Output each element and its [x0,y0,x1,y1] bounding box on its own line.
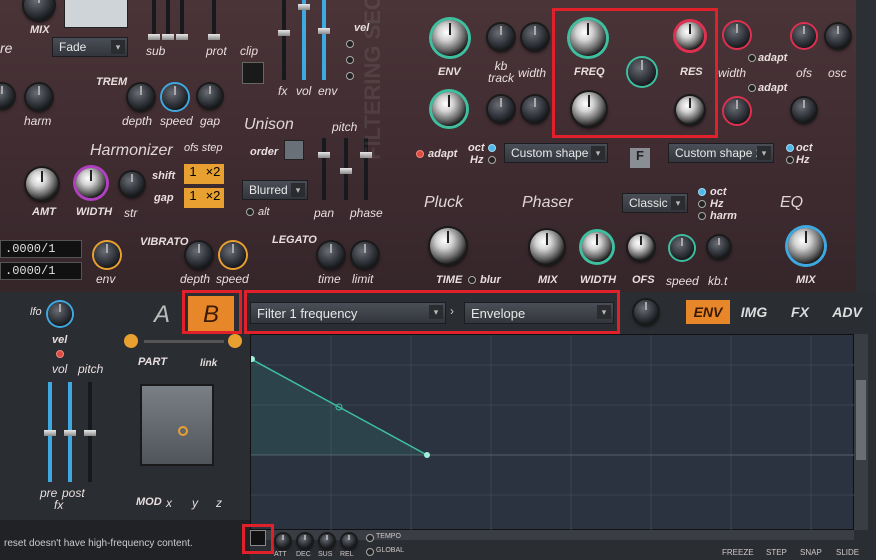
filter1-width-knob[interactable] [522,24,548,50]
order-button[interactable] [284,140,304,160]
res-knob-1[interactable] [676,22,704,50]
shift-ofs-box[interactable]: 1 [184,164,202,184]
shape-display [64,0,128,28]
filter-link-f[interactable]: F [630,148,650,168]
shift-step-box[interactable]: ×2 [202,164,224,184]
pan-slider[interactable] [318,138,330,200]
filter2-shape-select[interactable]: Custom shape 2 ▾ [668,143,774,163]
fade-select[interactable]: Fade ▾ [52,37,128,57]
freeze-label[interactable]: FREEZE [722,548,754,557]
phaser-mode-select[interactable]: Classic ▾ [622,193,688,213]
lcd-2[interactable]: .0000/1 [0,262,82,280]
gap-knob[interactable] [198,84,222,108]
mod-amount-knob[interactable] [634,300,658,324]
sub-slider[interactable] [148,0,160,40]
str-knob[interactable] [120,172,144,196]
clip-button[interactable] [242,62,264,84]
sus-knob[interactable] [320,534,334,548]
harmonizer-title: Harmonizer [90,142,173,159]
slide-label[interactable]: SLIDE [836,548,859,557]
mod-pitch-slider[interactable] [84,382,96,482]
sub-label: sub [146,44,166,58]
vib-depth-knob[interactable] [186,242,212,268]
mix-label: MIX [30,24,50,36]
tab-img[interactable]: IMG [732,300,776,324]
freq-knob-2[interactable] [572,92,606,126]
envelope-graph[interactable] [249,334,855,531]
pitch-slider[interactable] [340,138,352,200]
legato-time-knob[interactable] [318,242,344,268]
gap-step-box[interactable]: ×2 [202,188,224,208]
tab-env[interactable]: ENV [686,300,730,324]
filter1-width2-knob[interactable] [724,22,750,48]
mod-target-select[interactable]: Filter 1 frequency ▾ [250,302,446,324]
speed-knob[interactable] [162,84,188,110]
phaser-ofs-knob[interactable] [628,234,654,260]
osc-knob[interactable] [826,24,850,48]
tab-a[interactable]: A [140,296,184,334]
graph-scrollbar-h[interactable] [250,530,854,540]
filter2-env-knob[interactable] [432,92,466,126]
snap-toggle-button[interactable] [250,530,266,546]
prot-label: prot [206,44,227,58]
pluck-time-knob[interactable] [430,228,466,264]
xy-pad[interactable] [140,384,214,466]
legato-limit-knob[interactable] [352,242,378,268]
rel-knob[interactable] [342,534,356,548]
phaser-mix-knob[interactable] [530,230,564,264]
tab-adv[interactable]: ADV [824,300,870,324]
vol-slider[interactable] [298,0,310,80]
xy-pad-handle[interactable] [178,426,188,436]
snap-label[interactable]: SNAP [800,548,822,557]
gap-ofs-box[interactable]: 1 [184,188,202,208]
unison-mode-select[interactable]: Blurred ▾ [242,180,308,200]
ofs-knob[interactable] [792,24,816,48]
freq-knob-1[interactable] [570,20,606,56]
dec-knob[interactable] [298,534,312,548]
fx-slider[interactable] [278,0,290,80]
eq-mix-knob[interactable] [788,228,824,264]
vib-env-knob[interactable] [94,242,120,268]
env-slider[interactable] [318,0,330,80]
harm-knob[interactable] [26,84,52,110]
envelope-point-end [424,452,430,458]
clip-label: clip [240,44,259,58]
synth-panel: MIX re Fade ▾ sub prot clip fx vol env ve… [0,0,876,292]
phaser-speed-knob[interactable] [670,236,694,260]
res-knob-2[interactable] [676,96,704,124]
filtering-section-watermark: FILTERING SECTION [360,0,385,160]
status-bar: reset doesn't have high-frequency conten… [0,520,250,560]
tab-b[interactable]: B [188,296,234,334]
phaser-kbt-knob[interactable] [708,236,730,258]
mod-pre-slider[interactable] [44,382,56,482]
lfo-knob[interactable] [48,302,72,326]
step-label[interactable]: STEP [766,548,787,557]
envelope-graph-svg [249,335,855,531]
att-knob[interactable] [276,534,290,548]
mix-knob[interactable] [24,0,54,20]
width-knob[interactable] [76,168,106,198]
lcd-1[interactable]: .0000/1 [0,240,82,258]
filter1-env-knob[interactable] [432,20,468,56]
prot-slider[interactable] [208,0,220,40]
kb-track-knob[interactable] [488,24,514,50]
amt-knob[interactable] [26,168,58,200]
vib-speed-knob[interactable] [220,242,246,268]
phaser-width-knob[interactable] [582,232,612,262]
filter1-shape-select[interactable]: Custom shape 2 ▾ [504,143,608,163]
freq-offset-knob[interactable] [628,58,656,86]
depth-knob[interactable] [128,84,154,110]
mod-source-select[interactable]: Envelope ▾ [464,302,614,324]
mod-post-slider[interactable] [64,382,76,482]
unison-title: Unison [244,116,294,133]
tab-fx[interactable]: FX [778,300,822,324]
